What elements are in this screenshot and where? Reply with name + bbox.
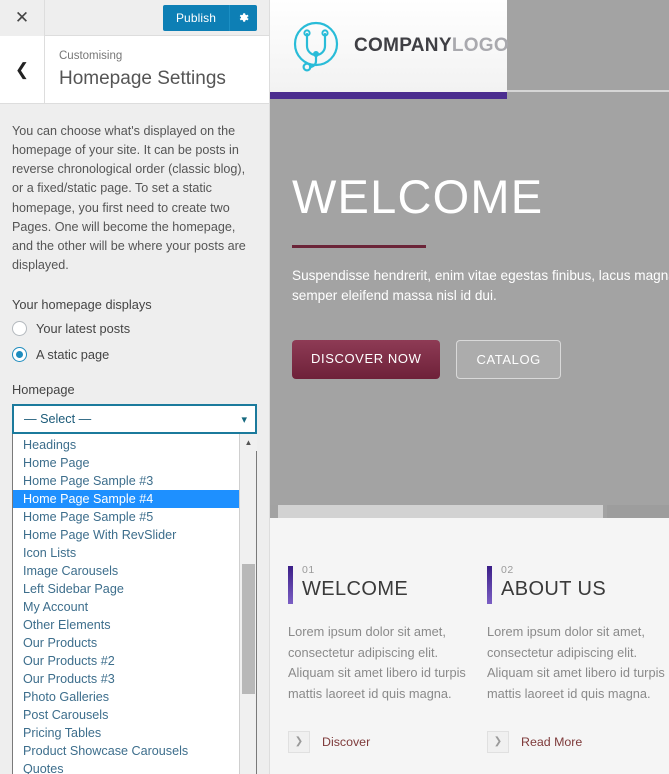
dropdown-option[interactable]: Home Page Sample #5: [13, 508, 239, 526]
dropdown-option[interactable]: Our Products #2: [13, 652, 239, 670]
scroll-up-arrow-icon[interactable]: ▲: [240, 434, 257, 452]
gear-icon[interactable]: [229, 4, 257, 31]
scrollbar-thumb[interactable]: [242, 564, 255, 695]
dropdown-option[interactable]: Home Page Sample #3: [13, 472, 239, 490]
stethoscope-logo-icon: [288, 18, 344, 74]
logo-suffix-text: LOGO: [451, 35, 509, 56]
hero-subtitle: Suspendisse hendrerit, enim vitae egesta…: [292, 267, 669, 304]
column-heading: 01 WELCOME: [288, 564, 469, 602]
dropdown-option[interactable]: Post Carousels: [13, 706, 239, 724]
chevron-left-icon[interactable]: ❮: [0, 36, 45, 103]
discover-link-label: Discover: [322, 734, 371, 749]
slider-nav-bar[interactable]: [278, 505, 603, 518]
dropdown-option[interactable]: Other Elements: [13, 616, 239, 634]
column-title: ABOUT US: [501, 578, 607, 600]
content-columns: 01 WELCOME Lorem ipsum dolor sit amet, c…: [270, 518, 669, 753]
hero-title: WELCOME: [292, 170, 544, 223]
column-text: Lorem ipsum dolor sit amet, consectetur …: [288, 624, 466, 702]
column-number: 02: [501, 564, 514, 576]
breadcrumb: Customising: [59, 50, 123, 62]
radio-latest-posts[interactable]: Your latest posts: [12, 321, 257, 337]
publish-button[interactable]: Publish: [162, 4, 229, 31]
customizer-body: You can choose what's displayed on the h…: [0, 104, 269, 774]
column-title: WELCOME: [302, 578, 409, 600]
page-title: Homepage Settings: [59, 68, 226, 90]
customizer-topbar: ✕ Publish: [0, 0, 269, 36]
dropdown-scrollbar[interactable]: ▲ ▼: [239, 434, 257, 774]
dropdown-option[interactable]: Photo Galleries: [13, 688, 239, 706]
customizer-screen: WELCOME Suspendisse hendrerit, enim vita…: [0, 0, 669, 774]
column-text: Lorem ipsum dolor sit amet, consectetur …: [487, 624, 665, 702]
chevron-right-icon: ❯: [288, 730, 310, 753]
column-heading: 02 ABOUT US: [487, 564, 668, 602]
dropdown-option[interactable]: Left Sidebar Page: [13, 580, 239, 598]
homepage-field-label: Homepage: [12, 382, 75, 398]
slider-nav-bar-right[interactable]: [607, 505, 669, 518]
homepage-select-dropdown: Headings Home Page Home Page Sample #3 Home…: [12, 434, 257, 774]
radio-static-page[interactable]: A static page: [12, 347, 257, 363]
column-accent-bar: [487, 566, 492, 604]
site-header: COMPANYLOGO: [270, 0, 509, 92]
logo-company-text: COMPANY: [354, 35, 452, 56]
catalog-button[interactable]: CATALOG: [456, 339, 561, 379]
homepage-select-value: — Select —: [24, 412, 92, 427]
column-accent-bar: [288, 566, 293, 604]
publish-group: Publish: [162, 4, 257, 31]
homepage-displays-label: Your homepage displays: [12, 297, 152, 313]
dropdown-option[interactable]: Quotes: [13, 760, 239, 774]
dropdown-option[interactable]: Home Page: [13, 454, 239, 472]
content-column: 01 WELCOME Lorem ipsum dolor sit amet, c…: [270, 564, 469, 753]
read-more-link-label: Read More: [521, 734, 583, 749]
homepage-select[interactable]: — Select — ▾: [12, 404, 257, 435]
discover-now-button[interactable]: DISCOVER NOW: [292, 339, 441, 379]
radio-indicator: [12, 321, 27, 337]
header-accent-rule: [270, 92, 507, 99]
content-section: 01 WELCOME Lorem ipsum dolor sit amet, c…: [270, 518, 669, 774]
dropdown-option[interactable]: Our Products: [13, 634, 239, 652]
logo-text: COMPANYLOGO: [354, 35, 509, 57]
dropdown-option[interactable]: Product Showcase Carousels: [13, 742, 239, 760]
dropdown-option[interactable]: Headings: [13, 436, 239, 454]
dropdown-option[interactable]: My Account: [13, 598, 239, 616]
site-preview: WELCOME Suspendisse hendrerit, enim vita…: [270, 0, 669, 774]
dropdown-option[interactable]: Home Page With RevSlider: [13, 526, 239, 544]
hero-content: WELCOME Suspendisse hendrerit, enim vita…: [292, 170, 669, 379]
close-icon[interactable]: ✕: [0, 0, 45, 36]
dropdown-option-list: Headings Home Page Home Page Sample #3 Home…: [13, 434, 239, 774]
dropdown-option[interactable]: Icon Lists: [13, 544, 239, 562]
hero-buttons: DISCOVER NOW CATALOG: [292, 339, 669, 379]
header-shadow-line: [507, 90, 669, 92]
column-number: 01: [302, 564, 315, 576]
hero-divider: [292, 244, 426, 248]
chevron-right-icon: ❯: [487, 730, 509, 753]
radio-static-page-label: A static page: [36, 347, 110, 363]
dropdown-option[interactable]: Home Page Sample #4: [13, 490, 239, 509]
discover-link[interactable]: ❯ Discover: [288, 730, 469, 753]
customizer-panel: ✕ Publish ❮ Customising Homepage Setting…: [0, 0, 270, 774]
dropdown-option[interactable]: Our Products #3: [13, 670, 239, 688]
content-column: 02 ABOUT US Lorem ipsum dolor sit amet, …: [469, 564, 668, 753]
radio-latest-posts-label: Your latest posts: [36, 321, 131, 337]
chevron-down-icon: ▾: [241, 413, 247, 426]
section-description: You can choose what's displayed on the h…: [12, 124, 246, 272]
radio-indicator: [12, 347, 27, 363]
customizer-header: ❮ Customising Homepage Settings: [0, 36, 269, 104]
dropdown-option[interactable]: Image Carousels: [13, 562, 239, 580]
read-more-link[interactable]: ❯ Read More: [487, 730, 668, 753]
customizer-titles: Customising Homepage Settings: [45, 36, 226, 103]
dropdown-option[interactable]: Pricing Tables: [13, 724, 239, 742]
